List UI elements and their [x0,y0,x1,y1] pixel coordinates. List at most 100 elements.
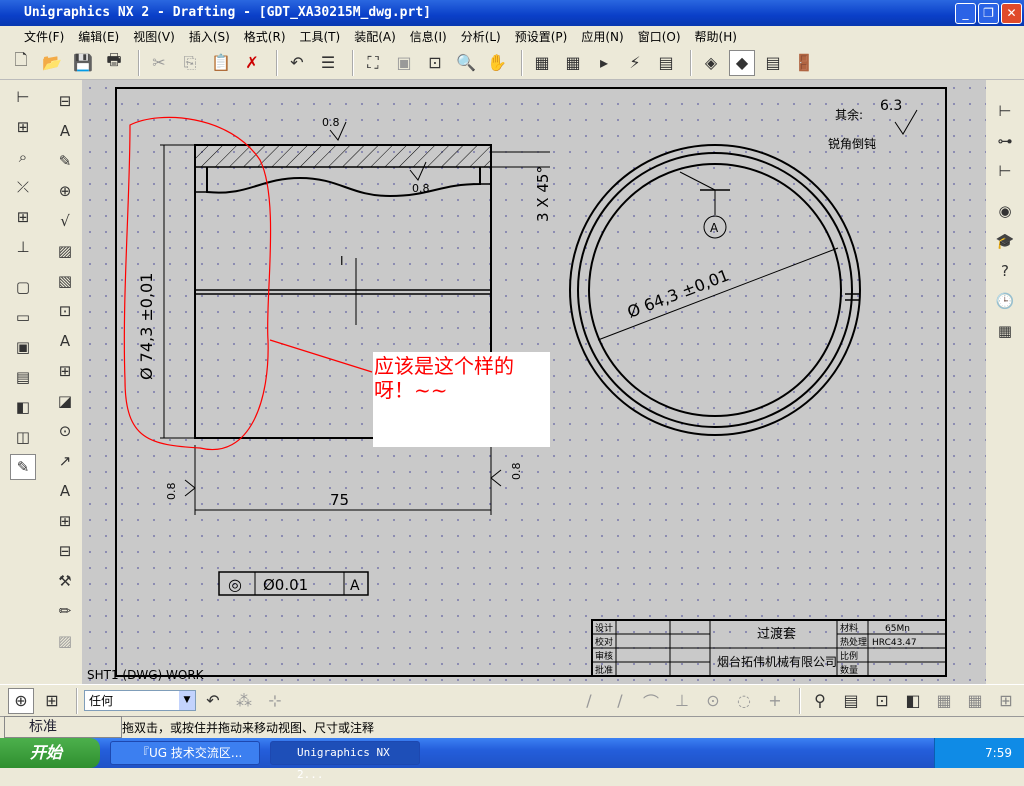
menu-preferences[interactable]: 预设置(P) [515,28,568,45]
component-icon[interactable]: ⊡ [869,688,895,714]
zoom-area-icon[interactable]: ⊡ [422,50,448,76]
dimension-icon[interactable]: ⊢ [10,84,36,110]
select-3d-icon[interactable]: ⊞ [39,688,65,714]
move-view-icon[interactable]: ◫ [10,424,36,450]
snap-point-plus-icon[interactable]: + [762,688,788,714]
menu-information[interactable]: 信息(I) [410,28,447,45]
menu-assemblies[interactable]: 装配(A) [354,28,396,45]
datum-icon[interactable]: ⊡ [52,298,78,324]
id-symbol-icon[interactable]: ⊕ [52,178,78,204]
task-browser[interactable]: 『UG 技术交流区... [110,741,260,765]
print-part-icon[interactable]: ▦ [931,688,957,714]
menu-view[interactable]: 视图(V) [133,28,175,45]
print-icon[interactable]: 🖶 [101,50,127,76]
leader-icon[interactable]: ↗ [52,448,78,474]
training-icon[interactable]: 🎓 [992,228,1018,254]
menu-help[interactable]: 帮助(H) [695,28,737,45]
weld-icon[interactable]: ◪ [52,388,78,414]
snap-center-icon[interactable]: ⊙ [700,688,726,714]
array-icon[interactable]: ⊞ [52,508,78,534]
pan-icon[interactable]: ✋ [484,50,510,76]
menu-tools[interactable]: 工具(T) [300,28,341,45]
front-view[interactable] [160,121,550,515]
fit-icon[interactable]: ⛶ [360,50,386,76]
menu-insert[interactable]: 插入(S) [189,28,230,45]
help-icon[interactable]: ? [992,258,1018,284]
text-style-icon[interactable]: A [52,328,78,354]
exit-icon[interactable]: 🚪 [791,50,817,76]
paste-icon[interactable]: 📋 [208,50,234,76]
selection-filter-dropdown[interactable]: 任何 ▼ [84,690,196,711]
menu-application[interactable]: 应用(N) [581,28,623,45]
drawing-canvas[interactable]: 0.8 0.8 0.8 0.8 3 X 45° Ø 74,3 ±0,01 75 … [82,80,986,684]
history-icon[interactable]: 🕒 [992,288,1018,314]
section-view-icon[interactable]: ▣ [10,334,36,360]
origin-icon[interactable]: ⊞ [52,358,78,384]
modeling-icon[interactable]: ◈ [698,50,724,76]
delete-icon[interactable]: ✗ [239,50,265,76]
menu-analysis[interactable]: 分析(L) [461,28,501,45]
symbol-icon[interactable]: ⊟ [52,538,78,564]
snap-end-icon[interactable]: / [607,688,633,714]
system-materials-icon[interactable]: ▦ [992,318,1018,344]
restore-button[interactable]: ❐ [978,3,999,24]
zoom-icon[interactable]: 🔍 [453,50,479,76]
undo-icon[interactable]: ↶ [284,50,310,76]
cut-icon[interactable]: ✂ [146,50,172,76]
target-icon[interactable]: ⊙ [52,418,78,444]
update-views-icon[interactable]: ⚡ [622,50,648,76]
edit-text-icon[interactable]: ✎ [52,148,78,174]
annotation-icon[interactable]: ⊞ [10,114,36,140]
open-sheet-icon[interactable]: ▦ [560,50,586,76]
menu-format[interactable]: 格式(R) [244,28,286,45]
centerline-icon[interactable]: ⤫ [10,174,36,200]
snap-quadrant-icon[interactable]: ◌ [731,688,757,714]
select-by-name-icon[interactable]: ⁂ [231,688,257,714]
line-icon[interactable]: ⊥ [10,234,36,260]
layer-icon[interactable]: ◧ [900,688,926,714]
feature-control-icon[interactable]: ⊟ [52,88,78,114]
drafting-icon[interactable]: ◆ [729,49,755,76]
zoom-window-icon[interactable]: ▣ [391,50,417,76]
add-component-icon[interactable]: ⊞ [993,688,1019,714]
open-view-icon[interactable]: ▭ [10,304,36,330]
pencil-icon[interactable]: ✏ [52,598,78,624]
copy-icon[interactable]: ⎘ [177,50,203,76]
view-boundary-icon[interactable]: ◧ [10,394,36,420]
snap-line-icon[interactable]: / [576,688,602,714]
area-fill-icon[interactable]: ▨ [52,628,78,654]
class-selection-icon[interactable]: ⊹ [262,688,288,714]
snap-point-icon[interactable]: ⊕ [8,687,34,714]
detail-view-icon[interactable]: ▤ [10,364,36,390]
side-view[interactable] [569,144,861,436]
menu-edit[interactable]: 编辑(E) [78,28,119,45]
table-icon[interactable]: ▤ [653,50,679,76]
utility-symbol-icon[interactable]: ⌕ [10,144,36,170]
chamfer-dimension[interactable]: 3 X 45° [534,166,552,222]
outer-diameter-dimension[interactable]: Ø 74,3 ±0,01 [137,273,156,380]
hatch-icon[interactable]: ▧ [52,268,78,294]
open-part-icon[interactable]: ▤ [838,688,864,714]
ime-language-bar[interactable]: 标准 [4,716,122,738]
reuse-library-icon[interactable]: ⊢ [992,158,1018,184]
snap-curve-icon[interactable]: ⌒ [638,688,664,714]
minimize-button[interactable]: _ [955,3,976,24]
assembly-navigator-icon[interactable]: ⊢ [992,98,1018,124]
find-icon[interactable]: ⚲ [807,688,833,714]
gateway-icon[interactable]: ▤ [760,50,786,76]
web-browser-icon[interactable]: ◉ [992,198,1018,224]
surface-finish-icon[interactable]: √ [52,208,78,234]
snap-perpendicular-icon[interactable]: ⊥ [669,688,695,714]
save-icon[interactable]: 💾 [70,50,96,76]
edit-view-icon[interactable]: ✎ [10,454,36,480]
display-sheet-icon[interactable]: ▸ [591,50,617,76]
undo-selection-icon[interactable]: ↶ [200,688,226,714]
feature-control-frame[interactable]: ◎ Ø0.01 A [218,571,369,596]
length-dimension[interactable]: 75 [330,491,349,509]
selection-list-icon[interactable]: ☰ [315,50,341,76]
export-icon[interactable]: ▦ [962,688,988,714]
new-icon[interactable]: 🗋 [8,50,34,76]
table-edit-icon[interactable]: ⊞ [10,204,36,230]
inner-diameter-dimension[interactable]: Ø 64,3 ±0,01 [625,265,732,321]
add-view-icon[interactable]: ▢ [10,274,36,300]
